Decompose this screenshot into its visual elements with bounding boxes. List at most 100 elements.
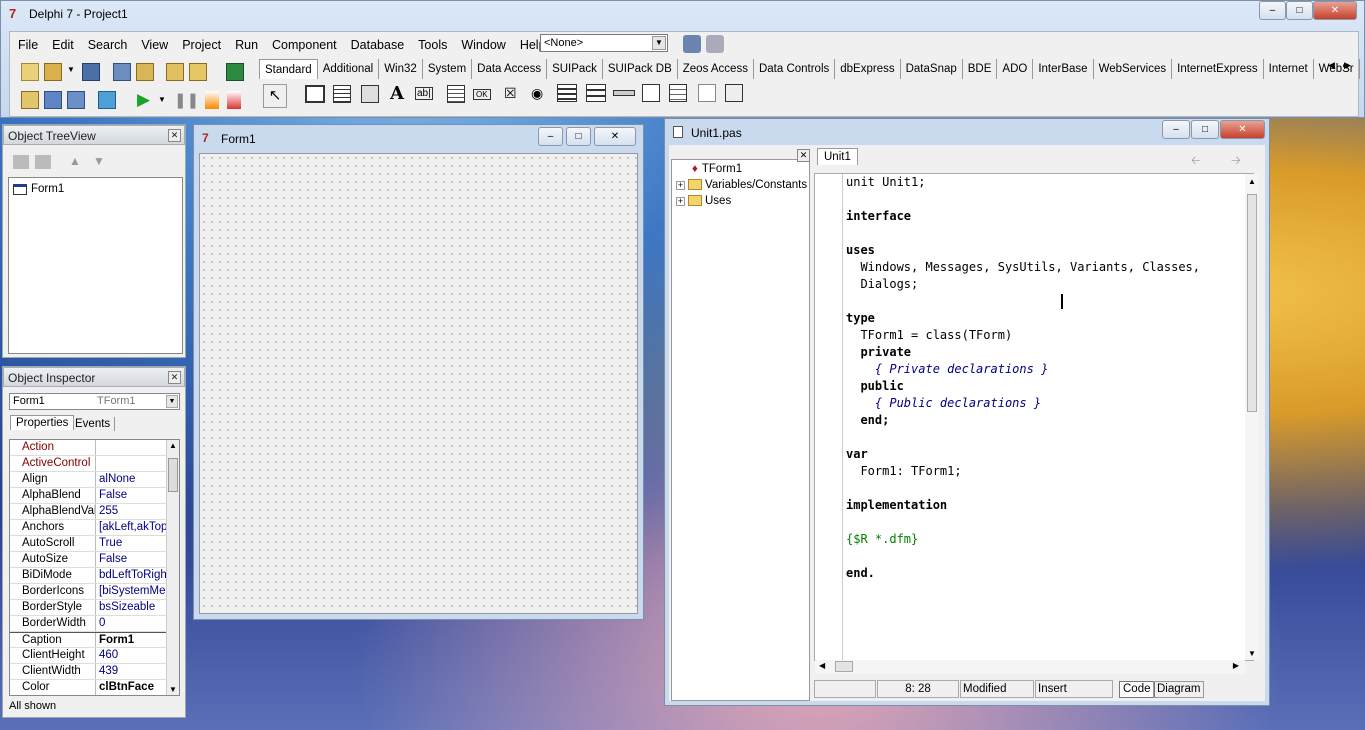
- code-explorer[interactable]: ♦ TForm1 + Variables/Constants + Uses: [671, 159, 810, 701]
- menu-item-window[interactable]: Window: [454, 38, 512, 52]
- close-button[interactable]: ✕: [1313, 1, 1357, 20]
- property-row[interactable]: BorderWidth 0: [10, 616, 179, 632]
- palette-tab-webservices[interactable]: WebServices: [1094, 59, 1173, 79]
- property-grid[interactable]: Action ActiveControl Align alNone AlphaBlend…: [9, 439, 180, 696]
- help-icon[interactable]: [226, 63, 244, 81]
- property-row[interactable]: AutoScroll True: [10, 536, 179, 552]
- palette-tab-win32[interactable]: Win32: [379, 59, 423, 79]
- popup-menu-icon[interactable]: [361, 85, 379, 103]
- property-row[interactable]: AutoSize False: [10, 552, 179, 568]
- code-hscroll[interactable]: ◀ ▶: [815, 660, 1245, 674]
- property-row[interactable]: Anchors [akLeft,akTop: [10, 520, 179, 536]
- palette-tab-datasnap[interactable]: DataSnap: [901, 59, 963, 79]
- save-icon[interactable]: [82, 63, 100, 81]
- property-row[interactable]: ClientHeight 460: [10, 648, 179, 664]
- property-row[interactable]: AlphaBlendValu 255: [10, 504, 179, 520]
- run-icon[interactable]: ▶: [137, 90, 150, 110]
- view-form-icon[interactable]: [44, 91, 62, 109]
- new-form-icon[interactable]: [98, 91, 116, 109]
- code-vscroll[interactable]: ▲ ▼: [1245, 174, 1259, 660]
- label-icon[interactable]: A: [390, 83, 404, 104]
- actionlist-icon[interactable]: [725, 84, 743, 102]
- scroll-up-icon[interactable]: ▲: [1248, 177, 1256, 186]
- editor-maximize-button[interactable]: □: [1191, 120, 1219, 139]
- treeview-new-item-icon[interactable]: [13, 155, 29, 169]
- radiobutton-icon[interactable]: ◉: [531, 85, 543, 102]
- radiogroup-icon[interactable]: [669, 84, 687, 102]
- scroll-right-icon[interactable]: ▶: [1233, 661, 1239, 670]
- tab-events[interactable]: Events: [71, 417, 116, 431]
- minimize-button[interactable]: –: [1259, 1, 1286, 20]
- open-icon[interactable]: [44, 63, 62, 81]
- menu-item-tools[interactable]: Tools: [411, 38, 454, 52]
- menu-item-view[interactable]: View: [134, 38, 175, 52]
- up-arrow-icon[interactable]: ▲: [69, 154, 81, 168]
- editor-minimize-button[interactable]: –: [1162, 120, 1190, 139]
- palette-tab-data-access[interactable]: Data Access: [472, 59, 548, 79]
- add-file-icon[interactable]: [166, 63, 184, 81]
- view-unit-icon[interactable]: [21, 91, 39, 109]
- menu-item-edit[interactable]: Edit: [45, 38, 81, 52]
- palette-tab-system[interactable]: System: [423, 59, 473, 79]
- combobox-icon[interactable]: [586, 84, 606, 102]
- close-icon[interactable]: ✕: [168, 129, 181, 142]
- remove-file-icon[interactable]: [189, 63, 207, 81]
- scroll-thumb[interactable]: [1247, 194, 1257, 412]
- explorer-item-uses[interactable]: + Uses: [676, 195, 731, 207]
- tree-item-form1[interactable]: Form1: [13, 183, 64, 195]
- save-all-icon[interactable]: [113, 63, 131, 81]
- palette-tab-zeos-access[interactable]: Zeos Access: [678, 59, 754, 79]
- tab-diagram[interactable]: Diagram: [1153, 681, 1205, 698]
- form-maximize-button[interactable]: □: [566, 127, 591, 146]
- listbox-icon[interactable]: [557, 84, 577, 102]
- palette-tab-interbase[interactable]: InterBase: [1033, 59, 1094, 79]
- scroll-left-icon[interactable]: ◀: [819, 661, 825, 670]
- object-selector[interactable]: Form1 TForm1 ▼: [9, 393, 180, 410]
- pointer-icon[interactable]: ↖: [263, 84, 287, 108]
- expand-icon[interactable]: +: [676, 181, 685, 190]
- down-arrow-icon[interactable]: ▼: [93, 154, 105, 168]
- run-dropdown-icon[interactable]: ▼: [158, 95, 166, 104]
- palette-tab-internet[interactable]: Internet: [1264, 59, 1314, 79]
- open-dropdown-icon[interactable]: ▼: [67, 65, 75, 74]
- property-row[interactable]: Align alNone: [10, 472, 179, 488]
- tab-unit1[interactable]: Unit1: [817, 148, 858, 165]
- inspector-vscroll[interactable]: ▲ ▼: [166, 440, 179, 695]
- menu-item-search[interactable]: Search: [81, 38, 135, 52]
- step-over-icon[interactable]: [227, 91, 241, 109]
- property-row[interactable]: ClientWidth 439: [10, 664, 179, 680]
- palette-tab-additional[interactable]: Additional: [318, 59, 380, 79]
- property-row[interactable]: BorderIcons [biSystemMen: [10, 584, 179, 600]
- treeview-delete-icon[interactable]: [35, 155, 51, 169]
- maximize-button[interactable]: □: [1286, 1, 1313, 20]
- trace-icon[interactable]: [706, 35, 724, 53]
- back-arrow-icon[interactable]: 🡠: [1191, 151, 1201, 172]
- edit-icon[interactable]: ab|: [415, 87, 433, 100]
- property-row[interactable]: BorderStyle bsSizeable: [10, 600, 179, 616]
- frames-icon[interactable]: [305, 85, 325, 103]
- tab-code[interactable]: Code: [1119, 681, 1155, 698]
- groupbox-icon[interactable]: [642, 84, 660, 102]
- scroll-thumb[interactable]: [168, 458, 178, 492]
- property-row[interactable]: Color clBtnFace: [10, 680, 179, 695]
- property-row[interactable]: ActiveControl: [10, 456, 179, 472]
- palette-tab-suipack[interactable]: SUIPack: [547, 59, 603, 79]
- scroll-up-icon[interactable]: ▲: [169, 441, 177, 450]
- palette-tab-ado[interactable]: ADO: [997, 59, 1034, 79]
- scroll-down-icon[interactable]: ▼: [169, 685, 177, 694]
- open-project-icon[interactable]: [136, 63, 154, 81]
- palette-scroll-right-icon[interactable]: ▶: [1344, 60, 1351, 71]
- memo-icon[interactable]: [447, 85, 465, 103]
- project-combo[interactable]: <None> ▼: [540, 34, 668, 52]
- palette-tab-suipack-db[interactable]: SUIPack DB: [603, 59, 678, 79]
- palette-tab-internetexpress[interactable]: InternetExpress: [1172, 59, 1264, 79]
- scroll-down-icon[interactable]: ▼: [1248, 649, 1256, 658]
- palette-tab-websr[interactable]: WebSr: [1314, 59, 1360, 79]
- toggle-form-unit-icon[interactable]: [67, 91, 85, 109]
- scroll-thumb[interactable]: [835, 661, 853, 672]
- treeview-list[interactable]: Form1: [8, 177, 183, 354]
- menu-item-project[interactable]: Project: [175, 38, 228, 52]
- button-icon[interactable]: OK: [473, 89, 491, 100]
- close-icon[interactable]: ✕: [168, 371, 181, 384]
- menu-item-file[interactable]: File: [11, 38, 45, 52]
